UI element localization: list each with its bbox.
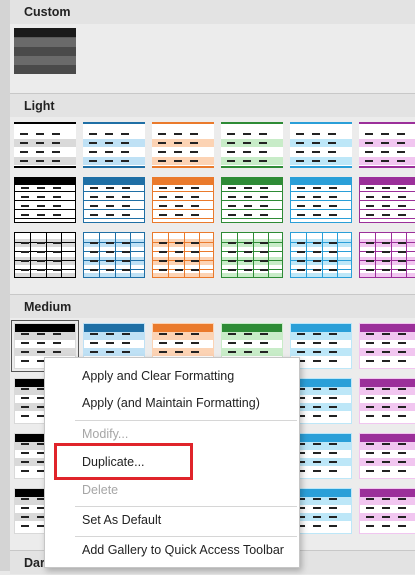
- table-style-thumbnail[interactable]: [14, 122, 76, 168]
- gallery-left-edge: [0, 0, 10, 571]
- table-style-thumbnail[interactable]: [221, 177, 283, 223]
- table-style-thumbnail[interactable]: [14, 232, 76, 278]
- section-header-custom: Custom: [10, 0, 415, 24]
- table-style-thumbnail[interactable]: [221, 232, 283, 278]
- table-style-thumbnail[interactable]: [359, 488, 415, 534]
- table-style-thumbnail[interactable]: [290, 232, 352, 278]
- table-style-thumbnail[interactable]: [14, 177, 76, 223]
- table-style-thumbnail[interactable]: [83, 232, 145, 278]
- table-style-thumbnail[interactable]: [290, 177, 352, 223]
- section-header-medium: Medium: [10, 294, 415, 318]
- custom-table-style-thumbnail[interactable]: [14, 28, 76, 74]
- table-style-thumbnail[interactable]: [152, 122, 214, 168]
- table-style-thumbnail[interactable]: [359, 378, 415, 424]
- table-style-thumbnail[interactable]: [152, 177, 214, 223]
- table-style-thumbnail[interactable]: [359, 433, 415, 479]
- section-header-light: Light: [10, 93, 415, 117]
- table-style-thumbnail[interactable]: [359, 122, 415, 168]
- menu-apply-clear-formatting[interactable]: Apply and Clear Formatting: [45, 362, 299, 390]
- menu-delete[interactable]: Delete: [45, 476, 299, 504]
- table-style-thumbnail[interactable]: [359, 323, 415, 369]
- table-style-thumbnail[interactable]: [359, 232, 415, 278]
- table-style-thumbnail[interactable]: [83, 122, 145, 168]
- menu-set-as-default[interactable]: Set As Default: [45, 506, 299, 534]
- table-style-thumbnail[interactable]: [83, 177, 145, 223]
- table-style-thumbnail[interactable]: [290, 122, 352, 168]
- table-style-thumbnail[interactable]: [359, 177, 415, 223]
- menu-apply-maintain-formatting[interactable]: Apply (and Maintain Formatting): [45, 389, 299, 417]
- duplicate-highlight-box: [54, 443, 193, 480]
- menu-add-gallery-to-qat[interactable]: Add Gallery to Quick Access Toolbar: [45, 536, 299, 564]
- table-style-thumbnail[interactable]: [152, 232, 214, 278]
- table-style-thumbnail[interactable]: [221, 122, 283, 168]
